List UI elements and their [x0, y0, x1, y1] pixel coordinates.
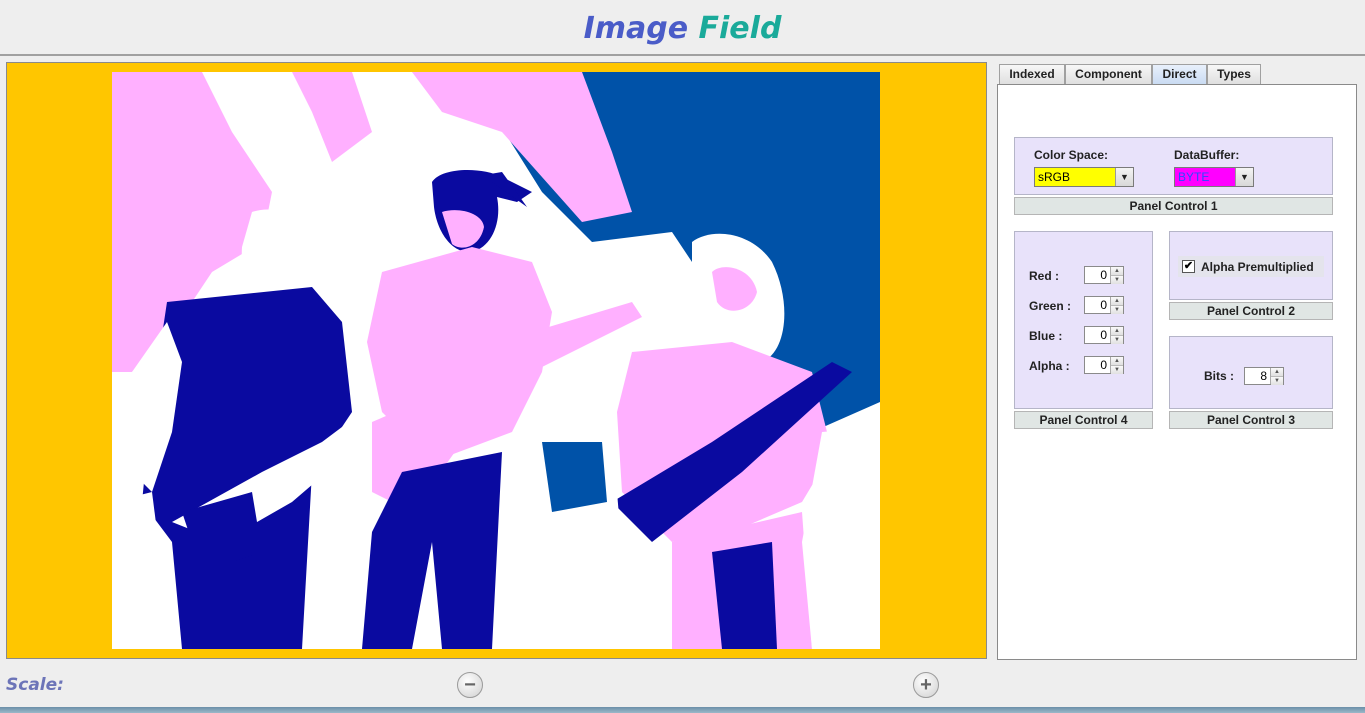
minus-circle-icon: − — [464, 674, 476, 696]
spinner-down-icon[interactable]: ▼ — [1271, 376, 1283, 385]
panel-control-4 — [1014, 231, 1153, 409]
red-spinner[interactable]: 0 ▲ ▼ — [1084, 266, 1124, 284]
red-value: 0 — [1100, 268, 1107, 282]
green-spinner[interactable]: 0 ▲ ▼ — [1084, 296, 1124, 314]
data-buffer-label: DataBuffer: — [1174, 148, 1240, 162]
zoom-out-button[interactable]: − — [457, 672, 483, 698]
tab-types[interactable]: Types — [1207, 64, 1261, 85]
spinner-down-icon[interactable]: ▼ — [1111, 335, 1123, 344]
chevron-down-icon[interactable]: ▼ — [1115, 168, 1133, 186]
spinner-up-icon[interactable]: ▲ — [1271, 368, 1283, 376]
green-value: 0 — [1100, 298, 1107, 312]
spinner-down-icon[interactable]: ▼ — [1111, 275, 1123, 284]
alpha-premultiplied-label: Alpha Premultiplied — [1201, 259, 1314, 274]
spinner-up-icon[interactable]: ▲ — [1111, 267, 1123, 275]
image-panel — [6, 62, 987, 659]
plus-circle-icon: + — [920, 674, 932, 696]
scale-bar — [0, 663, 1365, 707]
spinner-up-icon[interactable]: ▲ — [1111, 357, 1123, 365]
bits-label: Bits : — [1204, 369, 1234, 383]
data-buffer-select[interactable]: BYTE ▼ — [1174, 167, 1254, 187]
color-space-select[interactable]: sRGB ▼ — [1034, 167, 1134, 187]
chevron-down-icon[interactable]: ▼ — [1235, 168, 1253, 186]
spinner-up-icon[interactable]: ▲ — [1111, 327, 1123, 335]
alpha-premultiplied-checkbox[interactable]: ✔ Alpha Premultiplied — [1178, 256, 1324, 277]
spinner-up-icon[interactable]: ▲ — [1111, 297, 1123, 305]
app-title: Image Field — [0, 0, 1365, 56]
color-space-value: sRGB — [1038, 170, 1071, 184]
panel-control-2-label: Panel Control 2 — [1169, 302, 1333, 320]
panel-control-3-label: Panel Control 3 — [1169, 411, 1333, 429]
os-taskbar — [0, 707, 1365, 713]
spinner-down-icon[interactable]: ▼ — [1111, 305, 1123, 314]
green-label: Green : — [1029, 299, 1072, 313]
blue-label: Blue : — [1029, 329, 1063, 343]
title-word-2: Field — [698, 11, 782, 46]
tab-direct[interactable]: Direct — [1152, 64, 1207, 85]
title-word-1: Image — [583, 11, 689, 46]
alpha-spinner[interactable]: 0 ▲ ▼ — [1084, 356, 1124, 374]
blue-value: 0 — [1100, 328, 1107, 342]
panel-control-4-label: Panel Control 4 — [1014, 411, 1153, 429]
bits-spinner[interactable]: 8 ▲ ▼ — [1244, 367, 1284, 385]
checkbox-checked-icon[interactable]: ✔ — [1182, 260, 1195, 273]
photo-image — [112, 72, 880, 649]
tab-component[interactable]: Component — [1065, 64, 1152, 85]
blue-spinner[interactable]: 0 ▲ ▼ — [1084, 326, 1124, 344]
panel-control-1-label: Panel Control 1 — [1014, 197, 1333, 215]
alpha-label: Alpha : — [1029, 359, 1070, 373]
alpha-value: 0 — [1100, 358, 1107, 372]
tab-indexed[interactable]: Indexed — [999, 64, 1065, 85]
scale-label: Scale: — [6, 675, 64, 695]
bits-value: 8 — [1260, 369, 1267, 383]
color-space-label: Color Space: — [1034, 148, 1109, 162]
red-label: Red : — [1029, 269, 1059, 283]
spinner-down-icon[interactable]: ▼ — [1111, 365, 1123, 374]
posterized-band-photo — [112, 72, 880, 649]
data-buffer-value: BYTE — [1178, 170, 1210, 184]
zoom-in-button[interactable]: + — [913, 672, 939, 698]
